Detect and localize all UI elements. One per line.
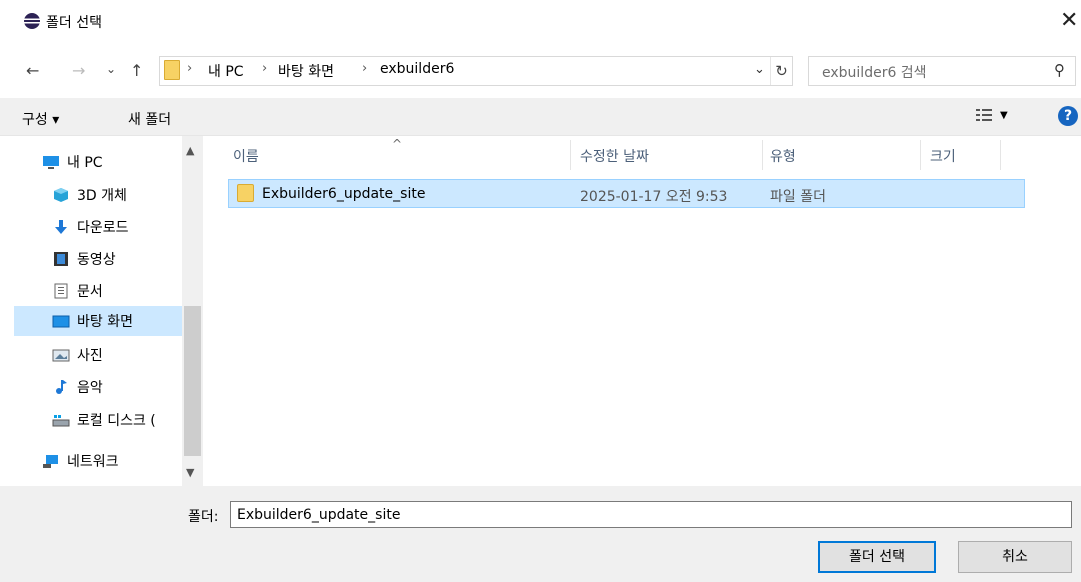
column-header-size[interactable]: 크기: [930, 146, 956, 166]
sidebar-item-documents[interactable]: 문서: [14, 276, 182, 306]
column-header-modified[interactable]: 수정한 날짜: [580, 146, 649, 166]
breadcrumb-separator: ›: [262, 61, 268, 76]
sidebar-item-label: 문서: [77, 284, 103, 300]
network-icon: [43, 455, 58, 468]
sidebar-item-downloads[interactable]: 다운로드: [14, 212, 182, 242]
eclipse-app-icon: [24, 13, 40, 29]
cube-icon: [54, 188, 68, 202]
sidebar-item-local-disk[interactable]: 로컬 디스크 (: [14, 405, 182, 435]
column-header-type[interactable]: 유형: [770, 146, 796, 166]
sidebar-item-label: 로컬 디스크 (: [77, 413, 156, 429]
search-placeholder[interactable]: exbuilder6 검색: [822, 62, 927, 82]
address-dropdown-icon[interactable]: ⌄: [754, 62, 765, 77]
back-arrow-icon[interactable]: ←: [26, 61, 39, 80]
file-type: 파일 폴더: [770, 189, 826, 205]
column-divider[interactable]: [570, 140, 571, 170]
column-divider[interactable]: [762, 140, 763, 170]
sidebar-item-3d-objects[interactable]: 3D 개체: [14, 180, 182, 210]
video-icon: [54, 252, 68, 266]
breadcrumb-desktop[interactable]: 바탕 화면: [278, 61, 334, 81]
view-options-icon[interactable]: [976, 108, 992, 122]
music-icon: [56, 380, 67, 394]
scroll-up-icon[interactable]: ▲: [186, 144, 194, 157]
select-folder-button[interactable]: 폴더 선택: [818, 541, 936, 573]
recent-locations-chevron-icon[interactable]: ⌄: [106, 62, 116, 76]
breadcrumb-exbuilder6[interactable]: exbuilder6: [380, 61, 454, 77]
sidebar-item-music[interactable]: 음악: [14, 372, 182, 402]
forward-arrow-icon[interactable]: →: [72, 61, 85, 80]
document-icon: [54, 283, 68, 299]
pc-icon: [43, 156, 59, 169]
file-name: Exbuilder6_update_site: [262, 186, 426, 202]
organize-button[interactable]: 구성 ▾: [22, 109, 59, 129]
scrollbar-thumb[interactable]: [184, 306, 201, 456]
desktop-icon: [52, 315, 70, 328]
title-bar: [0, 0, 1081, 40]
search-icon[interactable]: ⚲: [1054, 61, 1065, 79]
sidebar-item-label: 네트워크: [67, 454, 119, 470]
column-divider[interactable]: [920, 140, 921, 170]
column-divider[interactable]: [1000, 140, 1001, 170]
sidebar-item-label: 음악: [77, 380, 103, 396]
window-title: 폴더 선택: [46, 15, 102, 31]
breadcrumb-separator: ›: [362, 61, 368, 76]
sort-ascending-icon: ^: [392, 137, 403, 151]
sidebar-item-label: 동영상: [77, 252, 116, 268]
view-dropdown-icon[interactable]: ▼: [1000, 110, 1008, 121]
drive-icon: [52, 415, 70, 427]
breadcrumb-separator: ›: [187, 61, 193, 76]
sidebar-item-pictures[interactable]: 사진: [14, 340, 182, 370]
folder-name-input[interactable]: [230, 501, 1072, 528]
sidebar-item-label: 사진: [77, 348, 103, 364]
folder-label: 폴더:: [188, 509, 219, 525]
sidebar-item-my-pc[interactable]: 내 PC: [14, 147, 182, 177]
download-icon: [55, 220, 67, 234]
up-arrow-icon[interactable]: ↑: [130, 61, 143, 80]
file-modified: 2025-01-17 오전 9:53: [580, 189, 728, 205]
sidebar-item-label: 다운로드: [77, 220, 129, 236]
refresh-icon[interactable]: ↻: [770, 57, 792, 85]
close-icon[interactable]: ✕: [1060, 8, 1078, 33]
help-icon[interactable]: ?: [1058, 106, 1078, 126]
folder-icon: [164, 60, 180, 80]
new-folder-button[interactable]: 새 폴더: [128, 109, 171, 129]
sidebar-item-videos[interactable]: 동영상: [14, 244, 182, 274]
cancel-button[interactable]: 취소: [958, 541, 1072, 573]
sidebar-item-label: 3D 개체: [77, 188, 127, 204]
column-header-name[interactable]: 이름: [233, 146, 259, 166]
address-bar[interactable]: [159, 56, 793, 86]
sidebar-item-network[interactable]: 네트워크: [14, 446, 182, 476]
sidebar-item-label: 내 PC: [67, 155, 103, 171]
folder-icon: [237, 184, 254, 202]
picture-icon: [52, 349, 70, 362]
scroll-down-icon[interactable]: ▼: [186, 466, 194, 479]
sidebar-item-label: 바탕 화면: [77, 314, 133, 330]
breadcrumb-my-pc[interactable]: 내 PC: [208, 61, 244, 81]
sidebar-item-desktop[interactable]: 바탕 화면: [14, 306, 182, 336]
